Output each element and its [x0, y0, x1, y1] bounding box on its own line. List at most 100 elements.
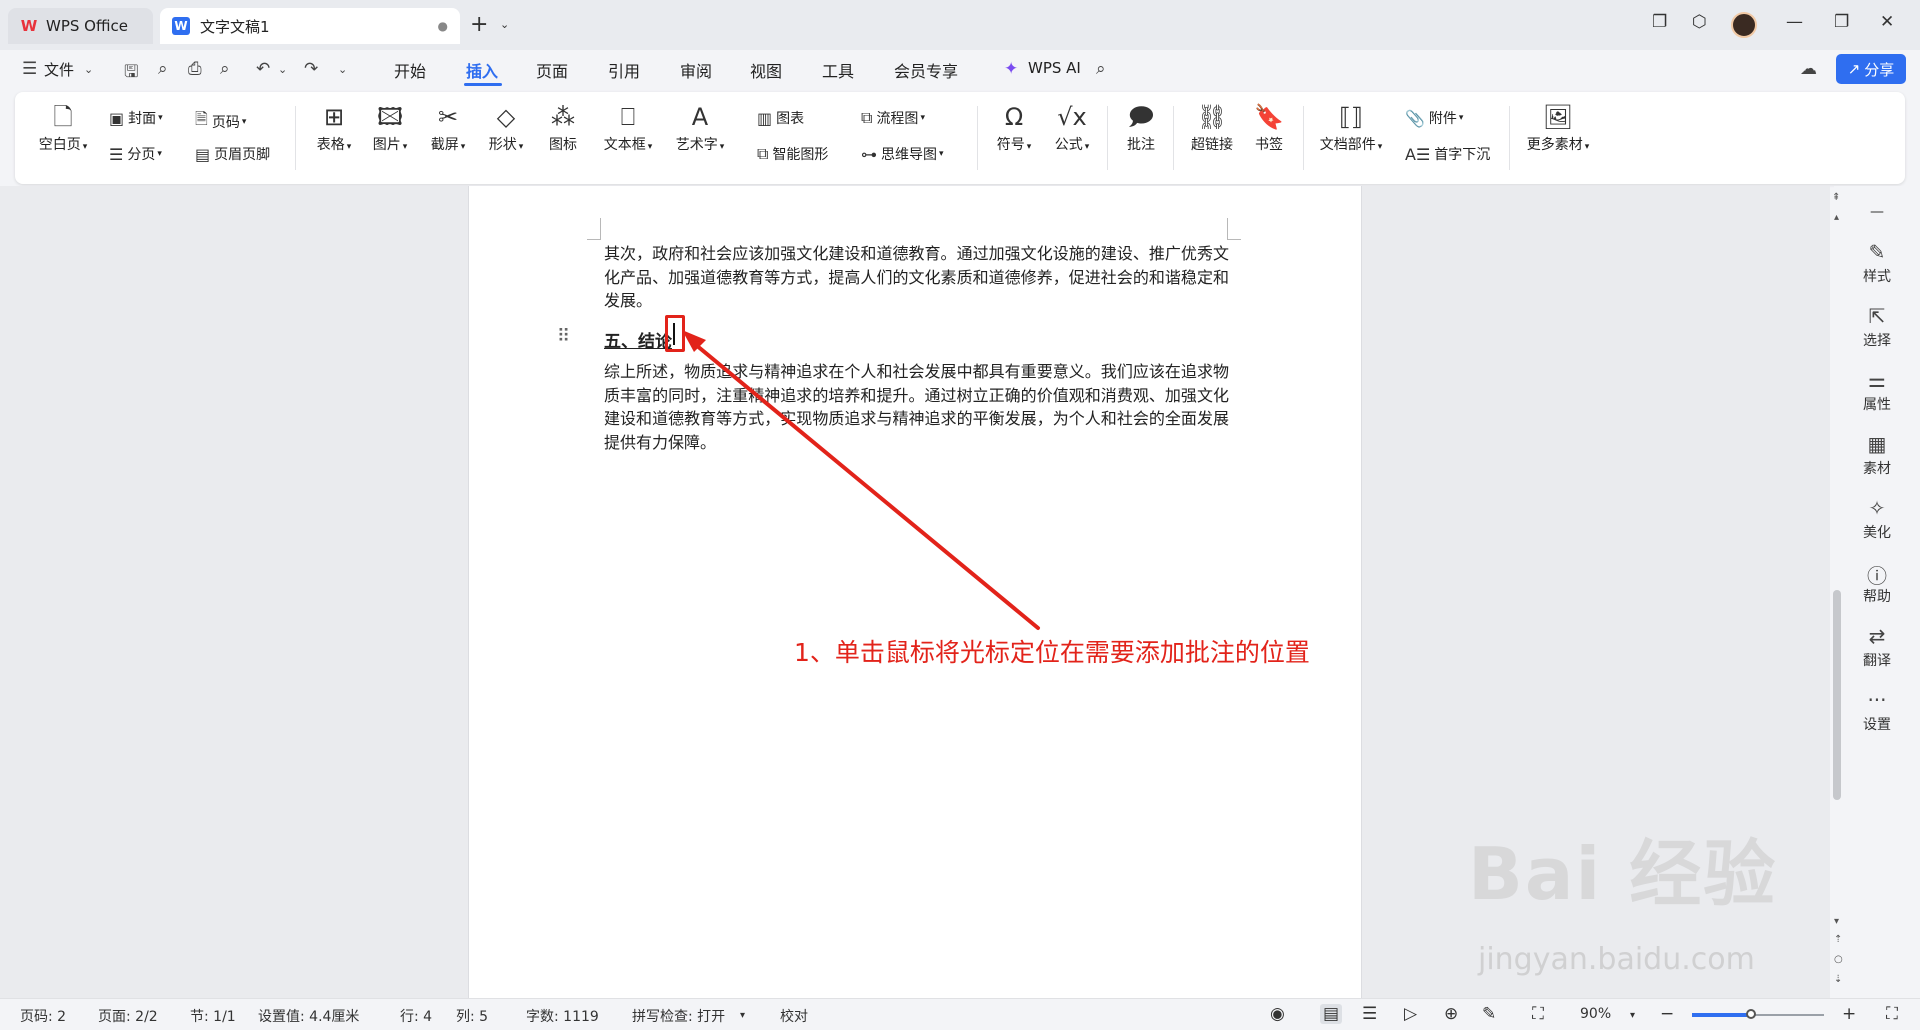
restore-icon[interactable]: ❐	[1834, 12, 1849, 32]
sidebar-item-beautify[interactable]: ✧ 美化	[1834, 496, 1920, 542]
chat-icon[interactable]: ☁	[1800, 59, 1817, 79]
undo-dropdown-icon[interactable]: ⌄	[278, 63, 287, 76]
formula-button[interactable]: √x 公式 ▾	[1049, 100, 1095, 154]
read-mode-icon[interactable]: ▷	[1404, 1004, 1417, 1024]
drop-cap-button[interactable]: A☰ 首字下沉	[1405, 144, 1490, 164]
sidebar-item-select[interactable]: ⇱ 选择	[1834, 304, 1920, 350]
format-painter-icon[interactable]: ⌕	[158, 59, 168, 79]
tab-document[interactable]: W 文字文稿1 ●	[160, 8, 460, 44]
status-row[interactable]: 行: 4	[400, 1006, 432, 1026]
print-icon[interactable]: ⎙	[188, 59, 202, 79]
paragraph[interactable]: 综上所述，物质追求与精神追求在个人和社会发展中都具有重要意义。我们应该在追求物质…	[604, 360, 1229, 454]
wordart-button[interactable]: A 艺术字 ▾	[669, 100, 731, 154]
doc-parts-button[interactable]: ⟦⟧ 文档部件 ▾	[1315, 100, 1387, 154]
status-spell-check[interactable]: 拼写检查: 打开	[632, 1006, 725, 1026]
share-button[interactable]: ↗ 分享	[1836, 54, 1906, 84]
smartart-button[interactable]: ⧉ 智能图形	[757, 144, 828, 164]
scroll-down-icon[interactable]: ▾	[1834, 916, 1839, 927]
eye-protection-icon[interactable]: ◉	[1270, 1004, 1285, 1024]
status-section[interactable]: 节: 1/1	[190, 1006, 236, 1026]
zoom-out-icon[interactable]: −	[1660, 1004, 1674, 1024]
new-tab-dropdown-icon[interactable]: ⌄	[500, 18, 509, 31]
page-number-button[interactable]: 🗎 页码 ▾	[195, 108, 246, 135]
sidebar-item-style[interactable]: ✎ 样式	[1834, 240, 1920, 286]
menu-tab-references[interactable]: 引用	[608, 58, 640, 82]
screenshot-button[interactable]: ✂ 截屏 ▾	[425, 100, 471, 154]
menu-tab-review[interactable]: 审阅	[680, 58, 712, 82]
zoom-slider-knob[interactable]	[1746, 1009, 1757, 1019]
sidebar-collapse-icon[interactable]: —	[1834, 204, 1920, 220]
spell-check-dropdown-icon[interactable]: ▾	[740, 1010, 745, 1021]
file-menu-chevron-icon[interactable]: ⌄	[84, 63, 93, 76]
textbox-button[interactable]: ⎕ 文本框 ▾	[597, 100, 659, 154]
cover-button[interactable]: ▣ 封面 ▾	[109, 108, 163, 128]
flowchart-button[interactable]: ⧉ 流程图 ▾	[861, 108, 925, 128]
wps-ai-icon[interactable]: ✦	[1004, 59, 1018, 79]
picture-button[interactable]: 🖾 图片 ▾	[367, 100, 413, 154]
prev-page-icon[interactable]: ⇡	[1834, 934, 1842, 945]
zoom-in-icon[interactable]: +	[1842, 1004, 1856, 1024]
paragraph[interactable]: 其次，政府和社会应该加强文化建设和道德教育。通过加强文化设施的建设、推广优秀文化…	[604, 242, 1229, 313]
zoom-dropdown-icon[interactable]: ▾	[1630, 1010, 1635, 1021]
minimize-icon[interactable]: —	[1786, 12, 1803, 32]
menu-tab-member[interactable]: 会员专享	[894, 58, 958, 82]
drag-handle-icon[interactable]: ⠿	[557, 326, 570, 347]
tab-wps-office[interactable]: W WPS Office	[8, 8, 153, 44]
menu-tab-home[interactable]: 开始	[394, 58, 426, 82]
web-view-icon[interactable]: ⊕	[1444, 1004, 1458, 1024]
menu-tab-page[interactable]: 页面	[536, 58, 568, 82]
sidebar-item-translate[interactable]: ⇄ 翻译	[1834, 624, 1920, 670]
wps-ai-button[interactable]: WPS AI	[1028, 59, 1081, 77]
vertical-scrollbar[interactable]	[1833, 590, 1841, 800]
menu-tab-insert[interactable]: 插入	[466, 58, 498, 82]
unsaved-dot-icon[interactable]: ●	[438, 19, 448, 33]
user-avatar[interactable]	[1731, 12, 1757, 38]
section-heading[interactable]: 五、结论	[604, 327, 672, 352]
page-view-icon[interactable]: ▤	[1320, 1004, 1343, 1024]
status-proofread[interactable]: 校对	[780, 1006, 808, 1026]
status-col[interactable]: 列: 5	[456, 1006, 488, 1026]
print-preview-icon[interactable]: ⌕	[220, 59, 230, 79]
fullscreen-icon[interactable]: ⛶	[1886, 1004, 1898, 1024]
scroll-top-icon[interactable]: ⇞	[1832, 192, 1840, 203]
table-button[interactable]: ⊞ 表格 ▾	[311, 100, 357, 154]
hamburger-menu-icon[interactable]: ☰	[22, 59, 37, 79]
file-menu[interactable]: 文件	[44, 59, 74, 80]
bookmark-button[interactable]: 🔖 书签	[1249, 100, 1289, 154]
sidebar-item-settings[interactable]: ··· 设置	[1834, 688, 1920, 734]
outline-view-icon[interactable]: ☰	[1362, 1004, 1377, 1024]
icon-button[interactable]: ⁂ 图标	[543, 100, 583, 154]
undo-icon[interactable]: ↶	[256, 59, 270, 79]
shape-button[interactable]: ◇ 形状 ▾	[483, 100, 529, 154]
window-layout-icon[interactable]: ❐	[1652, 12, 1667, 32]
hyperlink-button[interactable]: ⛓ 超链接	[1185, 100, 1239, 154]
fit-page-icon[interactable]: ⛶	[1532, 1004, 1544, 1024]
blank-page-button[interactable]: 🗋 空白页 ▾	[33, 100, 93, 154]
section-break-button[interactable]: ☰ 分页 ▾	[109, 144, 162, 164]
sidebar-item-properties[interactable]: ⚌ 属性	[1834, 368, 1920, 414]
attachment-button[interactable]: 📎 附件 ▾	[1405, 108, 1463, 128]
scroll-up-icon[interactable]: ▴	[1834, 212, 1839, 223]
more-materials-button[interactable]: 🖼 更多素材 ▾	[1521, 100, 1595, 154]
sidebar-item-help[interactable]: ⓘ 帮助	[1834, 560, 1920, 606]
status-setting-value[interactable]: 设置值: 4.4厘米	[258, 1006, 359, 1026]
select-browse-icon[interactable]: ○	[1834, 954, 1843, 965]
next-page-icon[interactable]: ⇣	[1834, 974, 1842, 985]
pen-mode-icon[interactable]: ✎	[1482, 1004, 1496, 1024]
new-tab-button[interactable]: +	[470, 12, 488, 37]
comment-button[interactable]: 🗩 批注	[1119, 100, 1163, 154]
search-icon[interactable]: ⌕	[1096, 59, 1106, 79]
header-footer-button[interactable]: ▤ 页眉页脚	[195, 144, 270, 164]
mindmap-button[interactable]: ⊶ 思维导图 ▾	[861, 144, 944, 164]
status-page-code[interactable]: 页码: 2	[20, 1006, 66, 1026]
save-icon[interactable]: 🖫	[124, 59, 138, 88]
redo-icon[interactable]: ↷	[304, 59, 318, 79]
zoom-level[interactable]: 90%	[1580, 1006, 1611, 1022]
status-word-count[interactable]: 字数: 1119	[526, 1006, 599, 1026]
close-icon[interactable]: ✕	[1880, 12, 1894, 32]
menu-tab-tools[interactable]: 工具	[822, 58, 854, 82]
status-page[interactable]: 页面: 2/2	[98, 1006, 158, 1026]
document-page[interactable]: 其次，政府和社会应该加强文化建设和道德教育。通过加强文化设施的建设、推广优秀文化…	[468, 186, 1362, 998]
sidebar-item-materials[interactable]: ▦ 素材	[1834, 432, 1920, 478]
quick-access-more-icon[interactable]: ⌄	[338, 63, 347, 76]
